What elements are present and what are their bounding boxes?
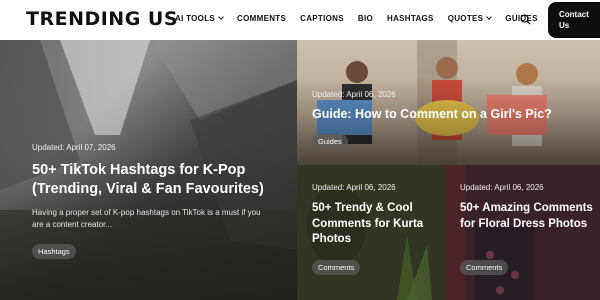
nav-quotes[interactable]: QUOTES bbox=[447, 14, 493, 23]
contact-label-line1: Contact bbox=[559, 10, 589, 19]
contact-label-line2: Us bbox=[559, 21, 570, 30]
search-icon[interactable] bbox=[520, 14, 531, 25]
post-date: Updated: April 06, 2026 bbox=[312, 90, 396, 99]
post-date: Updated: April 07, 2026 bbox=[32, 143, 116, 152]
post-title[interactable]: 50+ TikTok Hashtags for K-Pop (Trending,… bbox=[32, 161, 272, 199]
category-tag[interactable]: Comments bbox=[312, 260, 361, 275]
nav-bio-label: BIO bbox=[357, 14, 373, 23]
nav-captions-label: CAPTIONS bbox=[300, 14, 344, 23]
post-excerpt: Having a proper set of K-pop hashtags on… bbox=[32, 208, 261, 229]
chevron-down-icon bbox=[486, 14, 493, 20]
post-title[interactable]: Guide: How to Comment on a Girl's Pic? bbox=[312, 106, 592, 122]
nav-hashtags-label: HASHTAGS bbox=[387, 14, 434, 23]
main-nav: AI TOOLS COMMENTS CAPTIONS BIO HASHTAGS … bbox=[175, 14, 552, 23]
nav-comments[interactable]: COMMENTS bbox=[237, 14, 286, 23]
nav-comments-label: COMMENTS bbox=[237, 14, 287, 23]
category-tag[interactable]: Hashtags bbox=[32, 244, 76, 259]
nav-hashtags[interactable]: HASHTAGS bbox=[387, 14, 434, 23]
featured-post-card[interactable]: Updated: April 07, 2026 50+ TikTok Hasht… bbox=[0, 40, 297, 300]
category-tag[interactable]: Guides bbox=[312, 134, 348, 149]
post-title[interactable]: 50+ Amazing Comments for Floral Dress Ph… bbox=[460, 201, 595, 232]
site-header: TRENDING US AI TOOLS COMMENTS CAPTIONS B… bbox=[0, 0, 600, 40]
post-date: Updated: April 06, 2026 bbox=[312, 183, 396, 192]
nav-quotes-label: QUOTES bbox=[447, 14, 484, 23]
post-card-girls-pic[interactable]: Updated: April 06, 2026 Guide: How to Co… bbox=[297, 40, 600, 165]
nav-ai-tools[interactable]: AI TOOLS bbox=[175, 14, 224, 23]
chevron-down-icon bbox=[218, 14, 224, 20]
post-card-floral-dress[interactable]: Updated: April 06, 2026 50+ Amazing Comm… bbox=[445, 165, 600, 300]
site-logo[interactable]: TRENDING US bbox=[26, 8, 178, 30]
post-title[interactable]: 50+ Trendy & Cool Comments for Kurta Pho… bbox=[312, 201, 442, 248]
nav-captions[interactable]: CAPTIONS bbox=[300, 14, 344, 23]
contact-us-button[interactable]: Contact Us bbox=[548, 2, 600, 38]
nav-bio[interactable]: BIO bbox=[358, 14, 373, 23]
post-date: Updated: April 06, 2026 bbox=[460, 183, 544, 192]
post-card-kurta[interactable]: Updated: April 06, 2026 50+ Trendy & Coo… bbox=[297, 165, 445, 300]
category-tag[interactable]: Comments bbox=[460, 260, 509, 275]
nav-ai-tools-label: AI TOOLS bbox=[175, 14, 216, 23]
